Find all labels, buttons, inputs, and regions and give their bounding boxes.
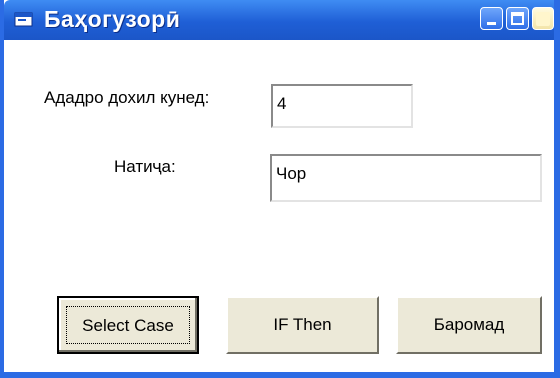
maximize-button[interactable] [506,7,529,30]
app-window: Баҳогузорӣ Ададро дохил кунед: 4 Натиҷа:… [0,0,560,378]
select-case-label: Select Case [66,306,190,344]
minimize-icon [487,22,496,25]
minimize-button[interactable] [480,7,503,30]
select-case-button[interactable]: Select Case [57,296,199,354]
if-then-button[interactable]: IF Then [226,296,379,354]
input-label: Ададро дохил кунед: [44,88,210,107]
result-field[interactable]: Чор [270,154,542,202]
title-bar[interactable]: Баҳогузорӣ [4,0,554,40]
window-title: Баҳогузорӣ [44,6,181,32]
result-label: Натиҷа: [114,157,176,176]
close-icon [536,12,550,26]
app-window-icon [14,11,34,27]
exit-button[interactable]: Баромад [396,296,542,354]
close-button[interactable] [532,7,554,30]
maximize-icon [511,12,524,25]
number-input[interactable]: 4 [271,84,413,128]
